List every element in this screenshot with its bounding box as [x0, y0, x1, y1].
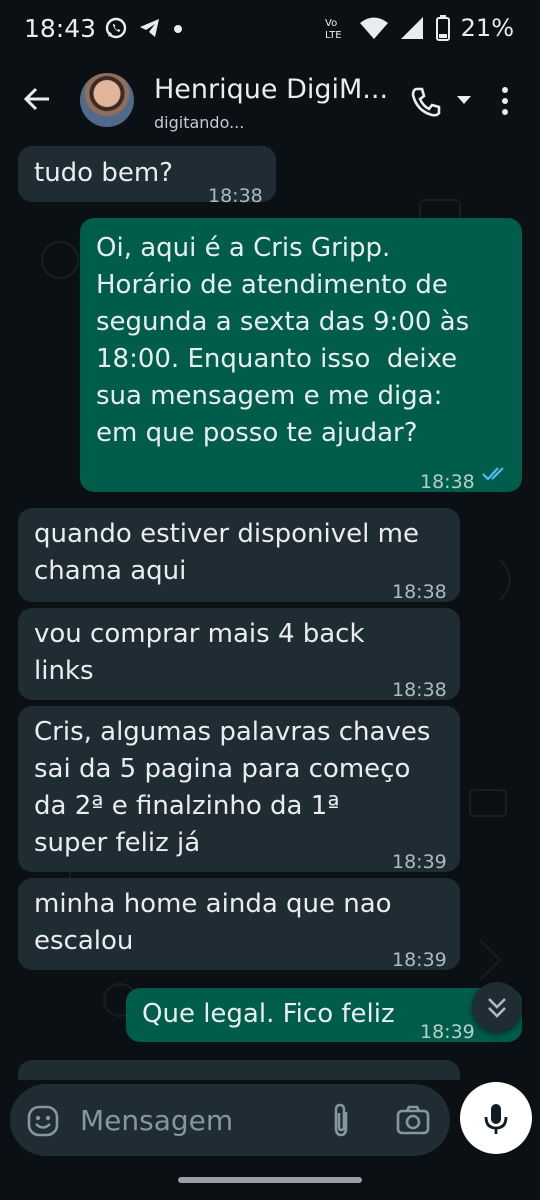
microphone-icon	[484, 1104, 508, 1134]
volte-icon: VoLTE	[325, 18, 342, 41]
notification-icons	[104, 16, 184, 40]
message-bubble-incoming[interactable]: tudo bem? 18:38	[18, 146, 276, 207]
avatar[interactable]	[80, 73, 134, 127]
battery-percent: 21%	[460, 14, 514, 42]
signal-icon	[400, 16, 423, 39]
message-text: Oi, aqui é a Cris Gripp. Horário de aten…	[96, 233, 470, 448]
message-composer[interactable]: Mensagem	[10, 1084, 450, 1156]
battery-icon	[435, 15, 450, 41]
more-options-icon[interactable]	[500, 86, 510, 116]
chevron-down-icon[interactable]	[456, 94, 472, 106]
camera-icon[interactable]	[396, 1104, 430, 1136]
wifi-icon	[359, 17, 388, 39]
message-bubble-incoming[interactable]: vou comprar mais 4 back links 18:38	[18, 608, 460, 701]
status-time: 18:43	[24, 14, 97, 43]
svg-text:LTE: LTE	[325, 30, 342, 41]
double-chevron-down-icon	[488, 998, 506, 1018]
contact-name[interactable]: Henrique DigiM...	[154, 74, 388, 105]
message-time: 18:39	[392, 949, 447, 971]
message-time: 18:39	[420, 1021, 475, 1042]
system-icons: Vo LTE 21%	[323, 14, 514, 42]
message-bubble-outgoing[interactable]: Oi, aqui é a Cris Gripp. Horário de aten…	[80, 218, 522, 493]
dot-icon	[174, 25, 182, 33]
message-text: Que legal. Fico feliz	[142, 999, 395, 1029]
message-bubble-incoming[interactable]: quando estiver disponivel me chama aqui …	[18, 508, 460, 603]
gesture-navigation-bar[interactable]	[178, 1177, 362, 1183]
paperclip-icon[interactable]	[326, 1102, 356, 1138]
message-time: 18:38	[392, 679, 447, 701]
message-bubble-incoming[interactable]: minha home ainda que nao escalou 18:39	[18, 878, 460, 971]
message-input[interactable]: Mensagem	[80, 1104, 233, 1137]
message-time: 18:39	[392, 851, 447, 873]
typing-status: digitando...	[154, 113, 245, 132]
phone-icon[interactable]	[410, 86, 442, 118]
voice-record-button[interactable]	[460, 1082, 532, 1154]
message-bubble-incoming[interactable]: Cris, algumas palavras chaves sai da 5 p…	[18, 706, 460, 873]
message-time: 18:38	[420, 471, 475, 493]
message-list[interactable]: tudo bem? 18:38 Oi, aqui é a Cris Gripp.…	[0, 140, 540, 1080]
message-time: 18:38	[208, 185, 263, 207]
message-bubble-outgoing[interactable]: Que legal. Fico feliz 18:39	[126, 988, 522, 1042]
telegram-icon	[140, 19, 159, 37]
message-text: vou comprar mais 4 back links	[34, 619, 365, 686]
chat-header: Henrique DigiM... digitando...	[0, 62, 540, 140]
emoji-icon[interactable]	[26, 1104, 60, 1138]
read-receipt-icon	[482, 467, 504, 481]
status-bar: 18:43 Vo LTE 21%	[0, 0, 540, 62]
whatsapp-icon	[105, 17, 127, 39]
message-time: 18:38	[392, 581, 447, 603]
back-arrow-icon[interactable]	[22, 84, 52, 114]
message-text: quando estiver disponivel me chama aqui	[34, 519, 419, 586]
message-text: tudo bem?	[34, 158, 173, 188]
scroll-to-bottom-button[interactable]	[472, 982, 522, 1032]
message-text: Cris, algumas palavras chaves sai da 5 p…	[34, 717, 431, 858]
message-bubble-incoming-partial[interactable]	[18, 1060, 460, 1080]
message-text: minha home ainda que nao escalou	[34, 889, 392, 956]
svg-text:Vo: Vo	[325, 18, 337, 29]
